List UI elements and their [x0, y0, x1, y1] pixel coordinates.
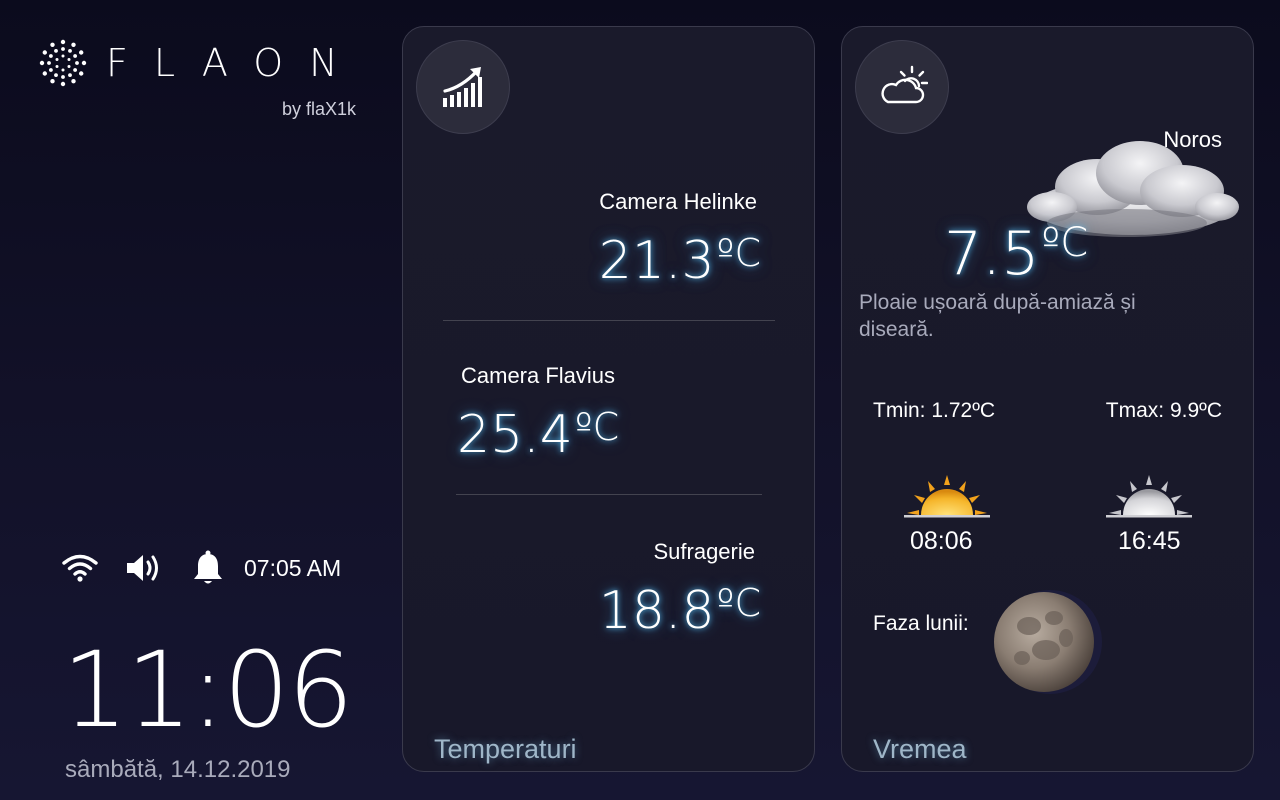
volume-icon[interactable] [124, 548, 164, 588]
sunset-icon [1106, 475, 1192, 518]
weather-tmin: Tmin: 1.72ºC [873, 399, 996, 422]
weather-panel[interactable]: Noros 7.5ºC Ploaie ușoară după-amiază și… [841, 26, 1254, 772]
chart-up-icon[interactable] [416, 40, 510, 134]
room-temp-3: 18.8ºC [598, 581, 761, 641]
brand-name: FLAON [106, 41, 364, 85]
weather-temperature: 7.5ºC [944, 219, 1089, 289]
temperatures-title: Temperaturi [434, 734, 577, 764]
brand-byline: by flaX1k [281, 99, 356, 119]
bell-icon[interactable] [188, 548, 228, 588]
sunset-time: 16:45 [1118, 527, 1181, 555]
status-bar: 07:05 AM [60, 548, 341, 588]
brand-logo: FLAON [38, 38, 364, 88]
weather-description: Ploaie ușoară după-amiază și diseară. [859, 291, 1136, 341]
room-name-1: Camera Helinke [599, 189, 757, 214]
weather-title: Vremea [873, 734, 967, 764]
clock-date: sâmbătă, 14.12.2019 [65, 756, 291, 783]
temperatures-panel[interactable]: Camera Helinke 21.3ºC Camera Flavius 25.… [402, 26, 815, 772]
room-temp-1: 21.3ºC [598, 231, 761, 291]
clock-time: 11:06 [62, 629, 354, 751]
flaon-logo-icon [39, 39, 87, 87]
divider [456, 494, 762, 495]
wifi-icon[interactable] [60, 548, 100, 588]
room-name-2: Camera Flavius [461, 363, 616, 388]
moon-phase-label: Faza lunii: [873, 612, 969, 635]
sunrise-icon [904, 475, 990, 518]
sunrise-time: 08:06 [910, 527, 973, 555]
room-name-3: Sufragerie [653, 539, 755, 564]
partly-cloudy-icon[interactable] [855, 40, 949, 134]
moon-phase-icon [994, 590, 1102, 694]
room-temp-2: 25.4ºC [457, 405, 620, 465]
divider [443, 320, 775, 321]
weather-tmax: Tmax: 9.9ºC [1105, 399, 1222, 422]
alarm-time: 07:05 AM [244, 554, 342, 581]
